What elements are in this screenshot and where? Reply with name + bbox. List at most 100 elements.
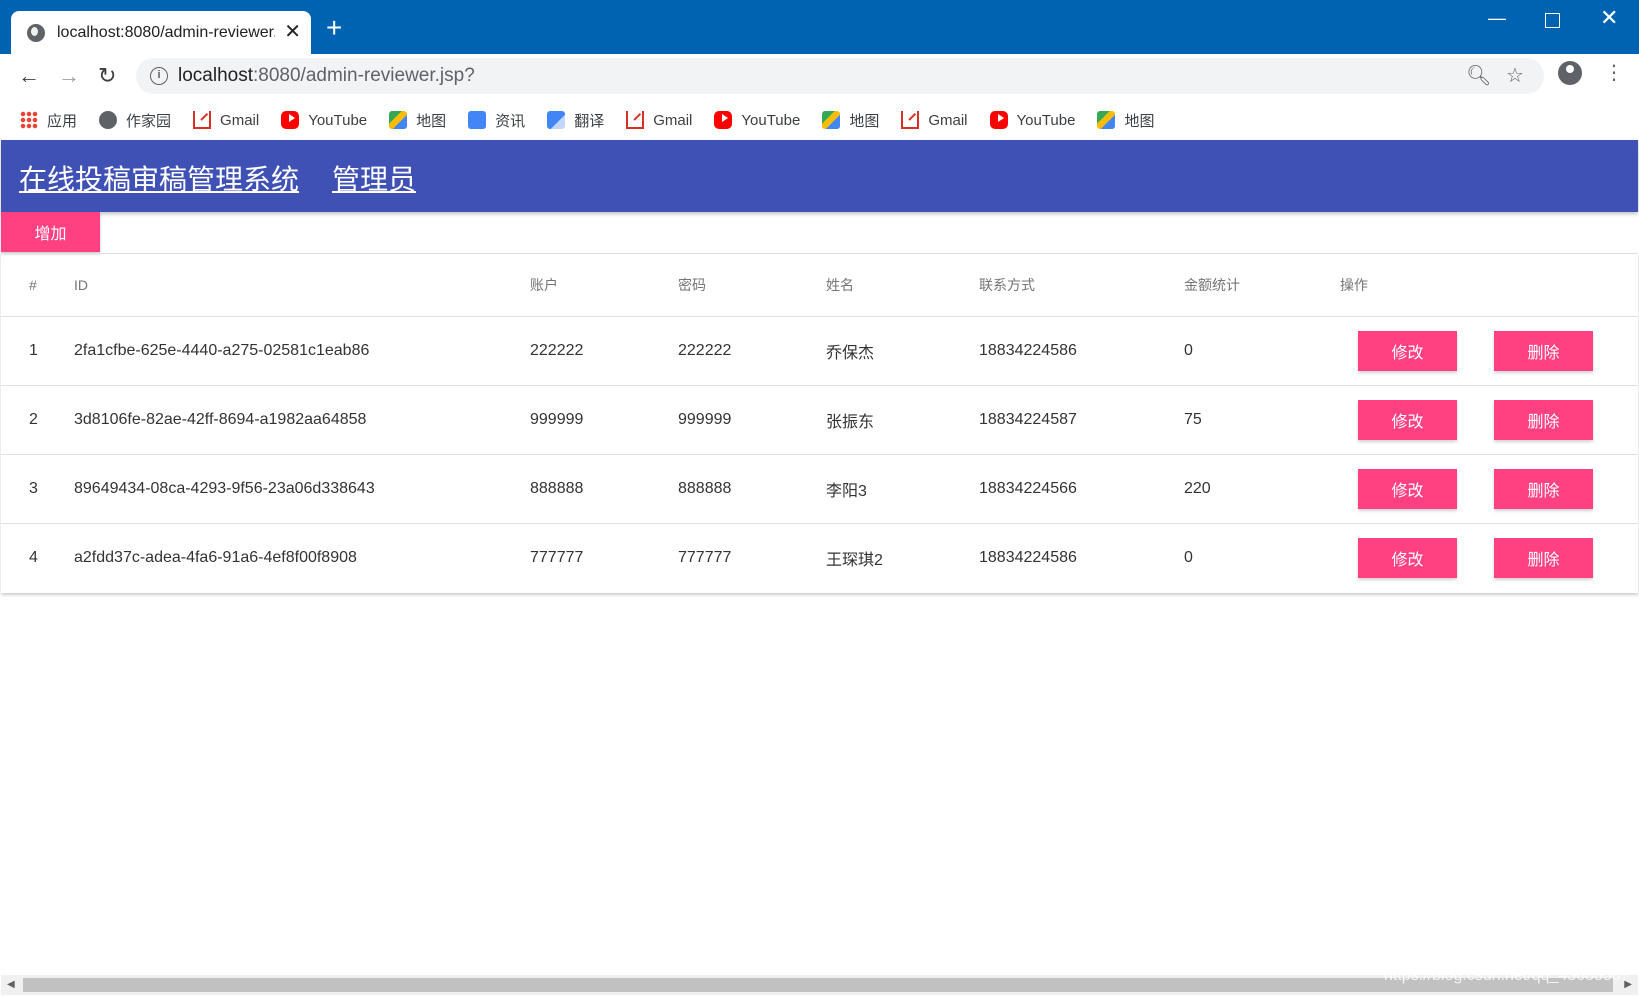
browser-titlebar: localhost:8080/admin-reviewer.jsp? ✕ + —… [0,0,1639,54]
youtube-icon [281,111,300,129]
brand-link[interactable]: 在线投稿审稿管理系统 [19,158,299,198]
column-header-name: 姓名 [826,254,979,317]
gmail-icon [901,111,920,129]
cell-amount: 0 [1184,316,1340,386]
forward-arrow-icon[interactable]: → [58,62,80,90]
cell-account: 222222 [530,316,678,386]
bookmark-youtube[interactable]: YouTube [714,111,800,129]
url-text[interactable]: localhost:8080/admin-reviewer.jsp? [178,65,475,87]
address-bar[interactable]: i localhost:8080/admin-reviewer.jsp? 🔍︎ … [136,58,1544,94]
bookmark-gmail[interactable]: Gmail [626,111,692,129]
nav-admin-link[interactable]: 管理员 [332,158,416,198]
cell-password: 222222 [678,316,826,386]
menu-dots-icon[interactable]: ⋮ [1604,62,1624,84]
minimize-icon[interactable]: — [1488,8,1506,28]
delete-button[interactable]: 删除 [1494,399,1593,440]
news-icon [468,111,487,129]
apps-icon [20,111,38,129]
youtube-icon [714,111,733,129]
maps-icon [822,111,841,129]
cell-index: 1 [1,316,74,386]
cell-amount: 75 [1184,385,1340,455]
bookmark-youtube[interactable]: YouTube [281,111,367,129]
cell-actions: 修改 删除 [1340,523,1638,592]
cell-account: 888888 [530,454,678,524]
cell-id: a2fdd37c-adea-4fa6-91a6-4ef8f00f8908 [74,548,357,566]
maximize-icon[interactable] [1545,13,1560,28]
bookmark-maps[interactable]: 地图 [1097,110,1154,131]
cell-index: 3 [1,454,74,524]
edit-button[interactable]: 修改 [1358,468,1457,509]
delete-button[interactable]: 删除 [1494,330,1593,371]
tab-title: localhost:8080/admin-reviewer.jsp? [57,23,275,41]
reload-icon[interactable]: ↻ [98,62,116,90]
edit-button[interactable]: 修改 [1358,399,1457,440]
globe-icon [27,23,45,42]
column-header-actions: 操作 [1340,254,1638,317]
bookmark-youtube[interactable]: YouTube [989,111,1075,129]
cell-password: 888888 [678,454,826,524]
table-header-row: # ID 账户 密码 姓名 联系方式 金额统计 操作 [1,254,1638,317]
cell-account: 777777 [530,548,584,566]
column-header-amount: 金额统计 [1184,254,1340,317]
browser-toolbar: ← → ↻ i localhost:8080/admin-reviewer.js… [0,54,1639,100]
column-header-contact: 联系方式 [979,254,1184,317]
cell-name: 李阳3 [826,454,979,524]
bookmark-maps[interactable]: 地图 [389,110,446,131]
translate-icon [547,111,566,129]
browser-tab[interactable]: localhost:8080/admin-reviewer.jsp? ✕ [11,11,311,54]
youtube-icon [989,111,1008,129]
table-row: 2 3d8106fe-82ae-42ff-8694-a1982aa64858 9… [1,385,1638,455]
add-button[interactable]: 增加 [1,212,100,252]
delete-button[interactable]: 删除 [1494,468,1593,509]
bookmark-maps[interactable]: 地图 [822,110,879,131]
cell-password: 777777 [678,548,732,566]
edit-button[interactable]: 修改 [1358,537,1457,578]
scrollbar-thumb[interactable] [23,978,1613,992]
cell-amount: 0 [1184,548,1193,566]
globe-icon [99,111,118,129]
cell-index: 4 [29,548,38,566]
bookmarks-bar: 应用 作家园 Gmail YouTube 地图 资讯 翻译 Gmail YouT… [0,100,1639,140]
cell-contact: 18834224587 [979,385,1184,455]
bookmark-gmail[interactable]: Gmail [901,111,968,129]
bookmark-zuojiayuan[interactable]: 作家园 [99,110,171,131]
maps-icon [1097,111,1116,129]
scroll-left-icon[interactable]: ◀ [7,978,15,992]
cell-password: 999999 [678,385,826,455]
column-header-account: 账户 [530,254,678,317]
cell-index: 2 [1,385,74,455]
table-row: 3 89649434-08ca-4293-9f56-23a06d338643 8… [1,454,1638,524]
cell-name: 王琛琪2 [826,551,883,569]
cell-actions: 修改 删除 [1340,454,1638,524]
zoom-icon[interactable]: 🔍︎ [1466,64,1491,88]
bookmark-gmail[interactable]: Gmail [193,111,259,129]
bookmark-apps[interactable]: 应用 [20,110,77,131]
app-header: 在线投稿审稿管理系统 管理员 [1,140,1638,212]
cell-account: 999999 [530,385,678,455]
close-window-icon[interactable]: ✕ [1600,7,1618,29]
cell-id: 89649434-08ca-4293-9f56-23a06d338643 [74,454,530,524]
cell-id: 3d8106fe-82ae-42ff-8694-a1982aa64858 [74,385,530,455]
back-arrow-icon[interactable]: ← [18,62,40,90]
cell-actions: 修改 删除 [1340,316,1638,386]
cell-name: 乔保杰 [826,316,979,386]
new-tab-button[interactable]: + [326,14,342,42]
cell-amount: 220 [1184,454,1340,524]
profile-icon[interactable] [1558,61,1582,85]
table-row: 1 2fa1cfbe-625e-4440-a275-02581c1eab86 2… [1,316,1638,386]
star-icon[interactable]: ☆ [1506,64,1524,88]
info-icon[interactable]: i [150,67,168,85]
cell-actions: 修改 删除 [1340,385,1638,455]
cell-id: 2fa1cfbe-625e-4440-a275-02581c1eab86 [74,316,530,386]
column-header-password: 密码 [678,254,826,317]
edit-button[interactable]: 修改 [1358,330,1457,371]
bookmark-news[interactable]: 资讯 [468,110,525,131]
watermark-text: https://blog.csdn.net/qq_43688587 [1384,967,1630,984]
delete-button[interactable]: 删除 [1494,537,1593,578]
maps-icon [389,111,408,129]
table-row: 4 a2fdd37c-adea-4fa6-91a6-4ef8f00f8908 7… [1,523,1638,592]
tab-close-icon[interactable]: ✕ [284,21,301,43]
gmail-icon [193,111,212,129]
bookmark-translate[interactable]: 翻译 [547,110,604,131]
